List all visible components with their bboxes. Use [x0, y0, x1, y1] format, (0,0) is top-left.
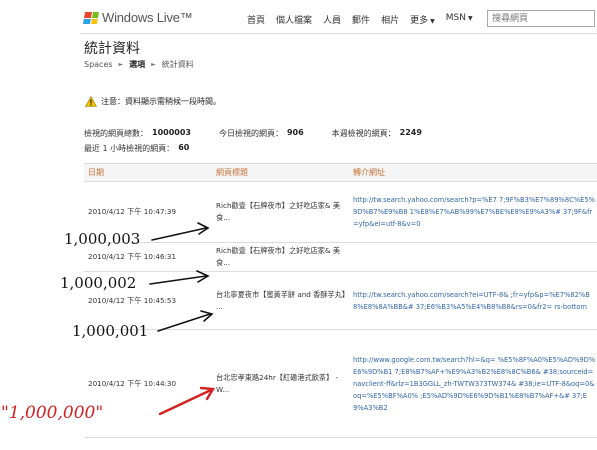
stats-summary: 檢視的網頁總數： 1000003 今日檢視的網頁： 906 本週檢視的網頁： 2… — [84, 128, 450, 158]
breadcrumb-options[interactable]: 選項 — [129, 59, 145, 70]
annotation-1000000: "1,000,000" — [1, 403, 104, 423]
table-row: 2010/4/12 下午 10:44:30 台北忠孝東路24hr【紅磡港式飲茶】… — [84, 330, 597, 438]
today-views-value: 906 — [286, 128, 304, 137]
row-page-title[interactable]: Rich勸壹【石牌夜市】之好吃店家& 美食... — [216, 245, 350, 269]
stats-page: Windows Live™ 首頁 個人檔案 人員 郵件 相片 更多 ▼ MSN ▼ … — [80, 0, 597, 450]
nav-item-people[interactable]: 人員 — [323, 13, 341, 26]
nav-item-label: 個人檔案 — [276, 16, 313, 26]
column-header-date: 日期 — [88, 168, 104, 177]
table-row: 2010/4/12 下午 10:45:53 台北寧夏夜市【蜜黃芋餅 and 香酥… — [84, 272, 597, 330]
referrer-table: 日期 網頁標題 轉介網址 2010/4/12 下午 10:47:39 Rich勸… — [84, 163, 597, 438]
row-page-title[interactable]: 台北忠孝東路24hr【紅磡港式飲茶】 - W... — [216, 372, 350, 396]
breadcrumb-current: 統計資料 — [161, 60, 194, 69]
annotation-1000003: 1,000,003 — [64, 230, 141, 248]
search-input[interactable] — [487, 10, 595, 27]
windows-live-logo[interactable]: Windows Live™ — [82, 10, 193, 25]
table-row: 2010/4/12 下午 10:47:39 Rich勸壹【石牌夜市】之好吃店家&… — [84, 182, 597, 243]
annotation-1000002: 1,000,002 — [60, 274, 137, 292]
logo-text: Windows Live™ — [102, 10, 193, 25]
nav-item-home[interactable]: 首頁 — [247, 13, 265, 26]
row-date: 2010/4/12 下午 10:44:30 — [88, 378, 177, 388]
column-header-referrer: 轉介網址 — [353, 167, 385, 177]
total-views-value: 1000003 — [152, 128, 191, 137]
windows-flag-icon — [82, 11, 100, 24]
nav-item-label: 首頁 — [247, 16, 266, 26]
chevron-down-icon: ▼ — [467, 15, 473, 22]
breadcrumb-arrow-icon: ► — [118, 61, 124, 68]
nav-item-label: MSN — [445, 13, 466, 23]
nav-item-label: 郵件 — [352, 16, 371, 26]
week-views-value: 2249 — [399, 128, 422, 137]
nav-item-profile[interactable]: 個人檔案 — [276, 13, 312, 26]
nav-item-label: 相片 — [381, 16, 400, 26]
total-views-label: 檢視的網頁總數： — [84, 129, 148, 138]
breadcrumb: Spaces ► 選項 ► 統計資料 — [84, 59, 194, 70]
column-header-title: 網頁標題 — [216, 167, 248, 177]
top-nav: 首頁 個人檔案 人員 郵件 相片 更多 ▼ MSN ▼ — [247, 13, 484, 26]
notice-message: 注意：資料顯示需稍候一段時間。 — [85, 96, 221, 107]
row-page-title[interactable]: Rich勸壹【石牌夜市】之好吃店家& 美食... — [216, 200, 350, 224]
nav-item-photos[interactable]: 相片 — [381, 13, 399, 26]
warning-icon — [85, 96, 97, 107]
hour-views-value: 60 — [178, 143, 190, 152]
nav-item-label: 人員 — [323, 16, 342, 26]
page-title: 統計資料 — [84, 41, 140, 57]
nav-item-label: 更多 — [410, 16, 429, 26]
row-referrer-link[interactable]: http://www.google.com.tw/search?hl=&q= %… — [353, 354, 597, 414]
notice-text: 注意：資料顯示需稍候一段時間。 — [101, 97, 221, 106]
breadcrumb-arrow-icon: ► — [151, 61, 156, 68]
annotation-1000001: 1,000,001 — [72, 322, 149, 340]
chevron-down-icon: ▼ — [430, 18, 435, 25]
hour-views-label: 最近 1 小時檢視的網頁： — [84, 144, 175, 153]
nav-item-more[interactable]: 更多 ▼ — [410, 13, 435, 26]
breadcrumb-spaces[interactable]: Spaces — [84, 60, 113, 69]
row-page-title[interactable]: 台北寧夏夜市【蜜黃芋餅 and 香酥芋丸】 ... — [216, 289, 350, 313]
row-referrer-link[interactable]: http://tw.search.yahoo.com/search?ei=UTF… — [353, 289, 597, 313]
nav-item-msn[interactable]: MSN ▼ — [446, 13, 473, 26]
today-views-label: 今日檢視的網頁： — [218, 129, 283, 138]
top-bar: Windows Live™ 首頁 個人檔案 人員 郵件 相片 更多 ▼ MSN ▼ — [80, 0, 597, 34]
nav-item-mail[interactable]: 郵件 — [352, 13, 370, 26]
row-referrer-link[interactable]: http://tw.search.yahoo.com/search?p=%E7 … — [353, 194, 597, 230]
week-views-label: 本週檢視的網頁： — [331, 129, 396, 138]
table-row: 2010/4/12 下午 10:46:31 Rich勸壹【石牌夜市】之好吃店家&… — [84, 243, 597, 272]
table-header: 日期 網頁標題 轉介網址 — [84, 163, 597, 182]
